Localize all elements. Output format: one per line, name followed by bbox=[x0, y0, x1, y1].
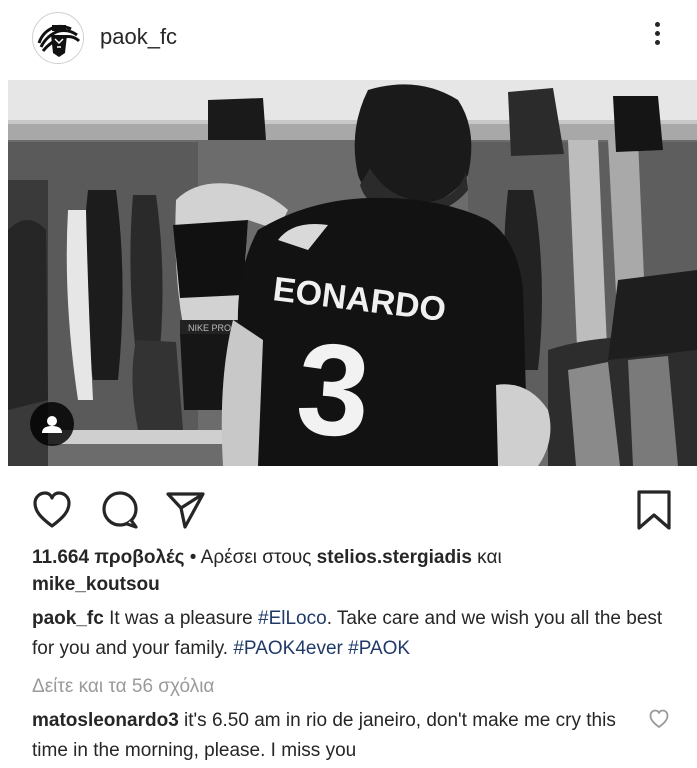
view-all-comments-link[interactable]: Δείτε και τα 56 σχόλια bbox=[32, 676, 214, 698]
separator-dot: • bbox=[184, 547, 201, 568]
liked-by-user-link[interactable]: stelios.stergiadis bbox=[317, 547, 472, 568]
post-actions-bar bbox=[0, 478, 697, 534]
paok-logo-avatar bbox=[34, 14, 83, 63]
hashtag-link[interactable]: #PAOK bbox=[348, 638, 410, 659]
liked-by-and: και bbox=[471, 547, 502, 568]
heart-icon[interactable] bbox=[30, 488, 74, 532]
shorts-text: NIKE PRO bbox=[188, 323, 231, 333]
views-count[interactable]: 11.664 προβολές bbox=[32, 547, 184, 568]
bookmark-icon[interactable] bbox=[634, 488, 674, 532]
user-tag-icon[interactable] bbox=[30, 402, 74, 446]
liked-by-user-link[interactable]: mike_koutsou bbox=[32, 574, 160, 595]
comment-author-link[interactable]: matosleonardo3 bbox=[32, 710, 179, 731]
caption-author-link[interactable]: paok_fc bbox=[32, 608, 104, 629]
likes-summary: 11.664 προβολές • Αρέσει στους stelios.s… bbox=[32, 544, 672, 598]
comment-icon[interactable] bbox=[98, 488, 142, 532]
hashtag-link[interactable]: #PAOK4ever bbox=[233, 638, 342, 659]
top-comment: matosleonardo3 it's 6.50 am in rio de ja… bbox=[32, 706, 632, 766]
heart-small-icon[interactable] bbox=[648, 708, 670, 730]
locker-room-photo: NIKE PRO EONARDO 3 bbox=[8, 80, 697, 466]
send-icon[interactable] bbox=[163, 488, 207, 532]
more-vertical-icon[interactable] bbox=[642, 18, 672, 52]
account-username[interactable]: paok_fc bbox=[100, 24, 177, 50]
post-caption: paok_fc It was a pleasure #ElLoco. Take … bbox=[32, 604, 682, 664]
liked-by-prefix: Αρέσει στους bbox=[200, 547, 317, 568]
caption-text: It was a pleasure bbox=[103, 608, 259, 629]
account-avatar[interactable] bbox=[32, 12, 84, 64]
post-header: paok_fc bbox=[0, 0, 697, 76]
hashtag-link[interactable]: #ElLoco bbox=[258, 608, 327, 629]
post-photo[interactable]: NIKE PRO EONARDO 3 bbox=[8, 80, 697, 466]
jersey-number: 3 bbox=[292, 314, 374, 465]
